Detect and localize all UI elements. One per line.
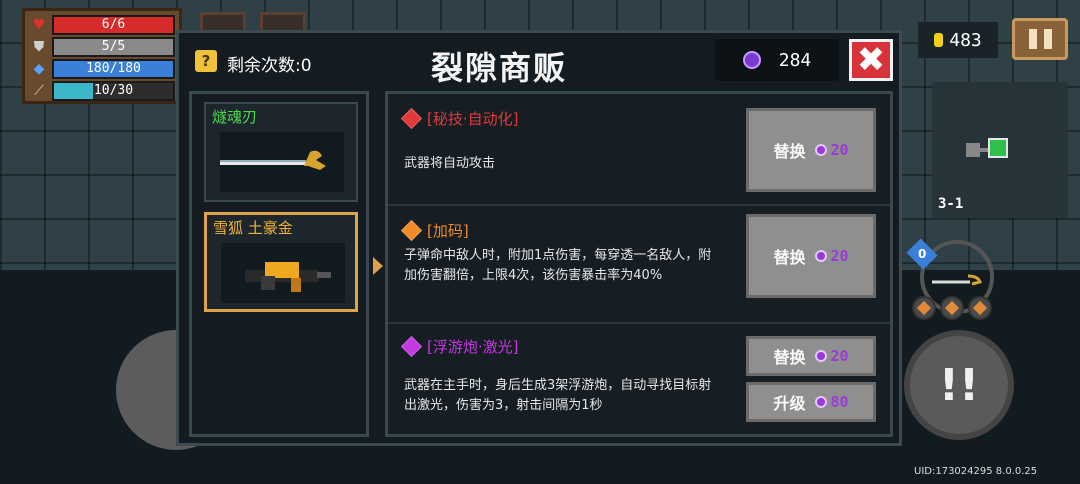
skill-button[interactable]: !! [904,330,1014,440]
energy-value: 180/180 [86,61,141,76]
energy-bar: 180/180 [52,59,175,79]
minimap-current-room [988,138,1008,158]
cost: 80 [815,393,849,411]
weapon-card[interactable]: 燧魂刃 [204,102,358,202]
panel-title: 裂隙商贩 [430,49,567,87]
energy-row: ◆ 180/180 [29,58,175,80]
uid-version-label: UID:173024295 8.0.0.25 [914,466,1038,477]
attachment-slot-icon [940,296,964,320]
replace-label: 替换 [773,248,806,267]
gem-icon [815,396,828,408]
affix-list: [秘技·自动化] 武器将自动攻击 替换 20 [加码] 子弹命中敌人时，附加1点… [385,91,893,437]
cooldown-fill [54,83,94,99]
shield-icon: ⛊ [33,39,45,55]
armor-bar: 5/5 [52,37,175,57]
red-gem-icon [400,107,423,130]
affix-description: 武器将自动攻击 [404,156,496,171]
affix-title-text: [加码] [427,222,469,240]
level-indicator: 3-1 [938,196,964,212]
coin-value: 483 [949,29,982,51]
armor-value: 5/5 [101,39,126,54]
gem-counter: 284 [715,39,839,81]
coin-icon [934,33,944,47]
coin-counter: 483 [918,22,998,58]
cooldown-row: ⟋ 10/30 [29,80,175,102]
affix-item: [浮游炮·激光] 武器在主手时，身后生成3架浮游炮，自动寻找目标射出激光，伤害为… [388,322,890,434]
hp-bar: 6/6 [52,15,175,35]
attachment-slot-icon [912,296,936,320]
hp-row: ♥ 6/6 [29,14,175,36]
affix-description: 子弹命中敌人时，附加1点伤害，每穿透一名敌人，附加伤害翻倍，上限4次，该伤害暴击… [404,248,712,283]
heart-icon: ♥ [32,17,46,33]
weapon-card-selected[interactable]: 雪狐 土豪金 [204,212,358,312]
selection-arrow-icon [373,257,383,275]
weapon-name: 雪狐 土豪金 [213,219,293,237]
affix-item: [加码] 子弹命中敌人时，附加1点伤害，每穿透一名敌人，附加伤害翻倍，上限4次，… [388,204,890,322]
weapon-name: 燧魂刃 [212,108,258,126]
skill-icon: !! [938,359,980,411]
upgrade-button[interactable]: 升级 80 [746,382,876,422]
player-stats-panel: ♥ 6/6 ⛊ 5/5 ◆ 180/180 ⟋ 10/30 [22,8,182,104]
armor-row: ⛊ 5/5 [29,36,175,58]
attachment-slot-icon [968,296,992,320]
affix-title-text: [秘技·自动化] [427,110,519,128]
rift-merchant-panel: ? 剩余次数:0 裂隙商贩 284 ✖ 燧魂刃 雪狐 土豪金 [秘技·自动化] … [176,30,902,446]
sword-icon: ⟋ [34,83,44,99]
affix-description: 武器在主手时，身后生成3架浮游炮，自动寻找目标射出激光，伤害为3，射击间隔为1秒 [404,378,712,413]
gem-icon [742,51,761,69]
replace-label: 替换 [773,348,806,367]
cooldown-bar: 10/30 [52,81,175,101]
pause-icon [1028,29,1037,49]
weapon-list: 燧魂刃 雪狐 土豪金 [189,91,369,437]
remaining-count: 剩余次数:0 [227,56,312,76]
question-icon[interactable]: ? [195,50,217,72]
replace-label: 替换 [773,142,806,161]
gem-icon [815,250,828,262]
close-button[interactable]: ✖ [849,39,893,81]
gem-icon [815,350,828,362]
affix-title: [加码] [400,219,469,242]
cost: 20 [815,247,849,265]
pause-button[interactable] [1012,18,1068,60]
upgrade-label: 升级 [773,394,806,413]
cost: 20 [815,141,849,159]
replace-button[interactable]: 替换 20 [746,336,876,376]
attachment-slots [912,296,992,320]
gem-icon [815,144,828,156]
sword-icon [220,132,344,192]
gem-value: 284 [778,49,812,71]
purple-gem-icon [400,335,423,358]
panel-header: ? 剩余次数:0 裂隙商贩 284 ✖ [179,33,899,91]
replace-button[interactable]: 替换 20 [746,214,876,298]
energy-crystal-icon: ◆ [33,61,45,77]
affix-title: [浮游炮·激光] [400,335,519,358]
affix-item: [秘技·自动化] 武器将自动攻击 替换 20 [388,94,890,204]
gun-icon [221,243,345,303]
affix-title: [秘技·自动化] [400,107,519,130]
cooldown-value: 10/30 [93,83,134,98]
cost: 20 [815,347,849,365]
orange-gem-icon [400,219,423,242]
affix-title-text: [浮游炮·激光] [427,338,519,356]
close-icon: ✖ [856,40,886,80]
replace-button[interactable]: 替换 20 [746,108,876,192]
hp-value: 6/6 [101,17,126,32]
